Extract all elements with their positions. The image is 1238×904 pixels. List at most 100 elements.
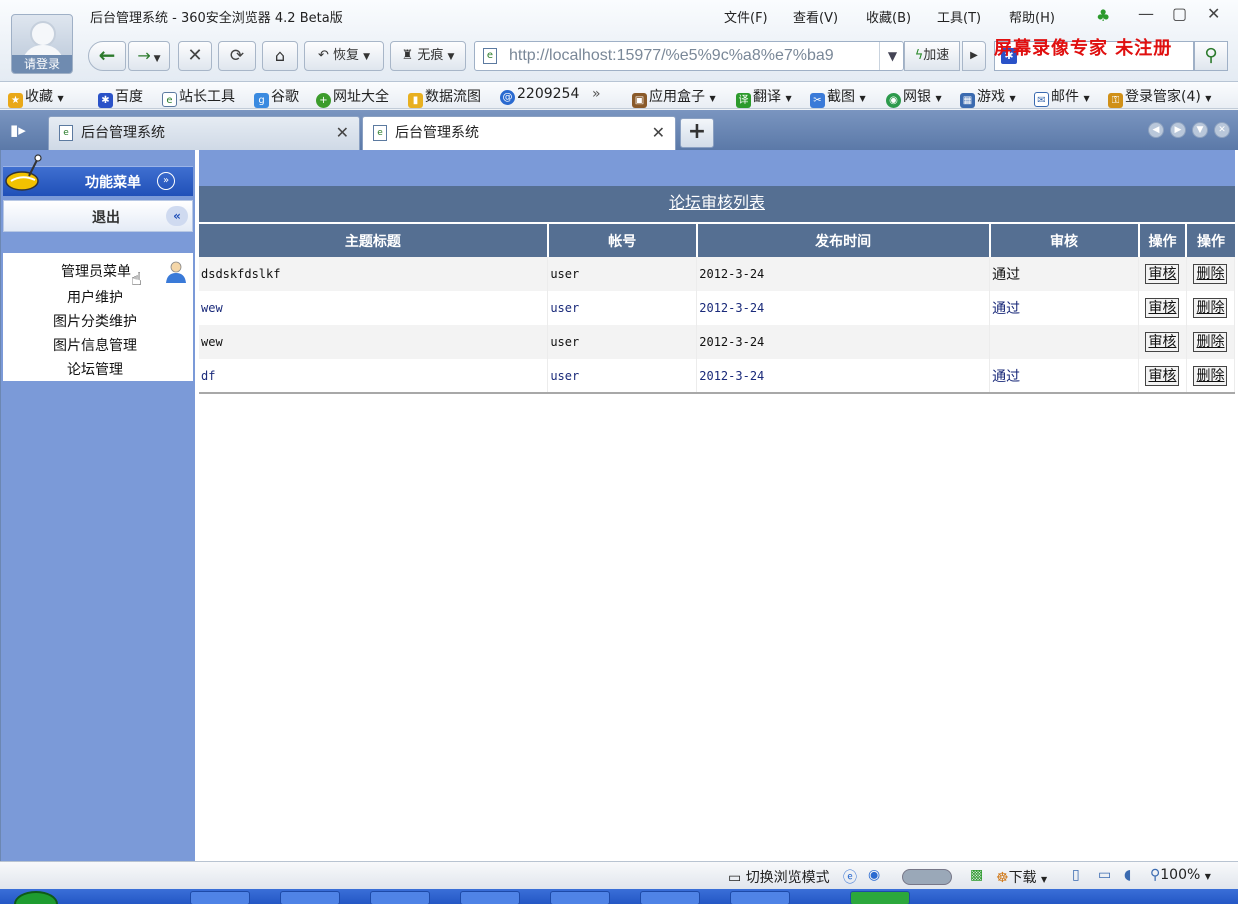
taskbar-item[interactable] [640, 891, 700, 904]
function-menu-title: 功能菜单 [85, 175, 141, 191]
tab-scroll-right-icon[interactable]: ▶ [1170, 122, 1186, 138]
taskbar-item[interactable] [850, 891, 910, 904]
fav-url-directory[interactable]: + 网址大全 [316, 86, 389, 108]
sidebar-item-user-maintenance[interactable]: 用户维护 [67, 287, 123, 307]
menu-tools[interactable]: 工具(T) [937, 7, 981, 26]
taskbar-item[interactable] [280, 891, 340, 904]
menu-help[interactable]: 帮助(H) [1009, 7, 1055, 26]
fav-screenshot[interactable]: ✂ 截图 ▼ [810, 86, 866, 108]
chrome-mode-icon[interactable]: ◉ [868, 867, 880, 883]
review-button[interactable]: 审核 [1145, 365, 1180, 386]
tab-list-icon[interactable]: ▼ [1192, 122, 1208, 138]
refresh-button[interactable]: ⟳ [218, 41, 256, 71]
incognito-icon: ♜ [401, 48, 414, 63]
key-icon: ⚿ [1108, 93, 1123, 108]
gamepad-icon: ▦ [960, 93, 975, 108]
taskbar-item[interactable] [460, 891, 520, 904]
menu-favorites[interactable]: 收藏(B) [866, 7, 911, 26]
delete-button[interactable]: 删除 [1193, 332, 1228, 352]
notes-icon[interactable]: ▯ [1072, 867, 1080, 883]
home-button[interactable]: ⌂ [262, 41, 298, 71]
speed-up-button[interactable]: ϟ加速 [904, 41, 960, 71]
minimize-button[interactable]: — [1138, 4, 1154, 23]
cell-date: 2012-3-24 [696, 359, 991, 393]
collapse-sidebar-icon[interactable]: « [166, 206, 188, 226]
sidebar-item-image-category[interactable]: 图片分类维护 [53, 311, 137, 331]
logout-button[interactable]: 退出 « [3, 200, 193, 232]
col-account: 帐号 [547, 224, 698, 257]
delete-button[interactable]: 删除 [1193, 298, 1228, 318]
delete-button[interactable]: 删除 [1193, 264, 1228, 284]
skin-shirt-icon[interactable]: ♣ [1096, 6, 1110, 25]
start-button[interactable] [14, 891, 58, 904]
stop-button[interactable]: ✕ [178, 41, 212, 71]
taskbar-item[interactable] [730, 891, 790, 904]
tab-admin-system-2[interactable]: e 后台管理系统 ✕ [362, 116, 676, 150]
os-taskbar [0, 889, 1238, 904]
download-button[interactable]: ☸下载 ▼ [996, 867, 1047, 887]
review-button[interactable]: 审核 [1145, 298, 1180, 318]
tab-scroll-left-icon[interactable]: ◀ [1148, 122, 1164, 138]
back-button[interactable]: ← [88, 41, 126, 71]
menu-view[interactable]: 查看(V) [793, 7, 838, 26]
fav-mail[interactable]: ✉ 邮件 ▼ [1034, 86, 1090, 107]
taskbar-item[interactable] [550, 891, 610, 904]
close-all-tabs-icon[interactable]: ✕ [1214, 122, 1230, 138]
switch-browse-mode-button[interactable]: ▭ 切换浏览模式 [728, 867, 830, 887]
cell-status [989, 325, 1139, 359]
search-button[interactable]: ⚲ [1194, 41, 1228, 71]
taskbar-item[interactable] [190, 891, 250, 904]
taskbar-item[interactable] [370, 891, 430, 904]
fav-google[interactable]: g 谷歌 [254, 86, 299, 108]
fav-ebank[interactable]: ◉ 网银 ▼ [886, 86, 942, 108]
close-window-button[interactable]: ✕ [1207, 4, 1220, 23]
close-tab-icon[interactable]: ✕ [336, 117, 349, 149]
chevron-down-icon: ▼ [1041, 875, 1048, 884]
sidebar-item-image-info[interactable]: 图片信息管理 [53, 335, 137, 355]
fav-favorites[interactable]: ★ 收藏 ▼ [8, 86, 64, 108]
fav-dataflow[interactable]: ▮ 数据流图 [408, 86, 481, 108]
sidebar-item-forum-management[interactable]: 论坛管理 [67, 359, 123, 379]
col-action-2: 操作 [1186, 224, 1235, 257]
review-button[interactable]: 审核 [1145, 264, 1180, 284]
admin-menu-group[interactable]: 管理员菜单 [61, 261, 131, 281]
ie-mode-icon[interactable]: ⓔ [843, 867, 857, 887]
globe-icon: @ [500, 90, 515, 105]
tab-admin-system-1[interactable]: e 后台管理系统 ✕ [48, 116, 360, 150]
fav-login-manager[interactable]: ⚿ 登录管家(4) ▼ [1108, 86, 1211, 108]
clean-icon[interactable]: ▩ [970, 867, 983, 883]
incognito-button[interactable]: ♜ 无痕 ▼ [390, 41, 466, 71]
go-button[interactable]: ▶ [962, 41, 986, 71]
address-url[interactable]: http://localhost:15977/%e5%9c%a8%e7%ba9 [509, 47, 849, 65]
fav-games[interactable]: ▦ 游戏 ▼ [960, 86, 1016, 108]
speaker-icon[interactable]: ◖ [1124, 867, 1131, 883]
fav-more-chevron[interactable]: » [592, 86, 601, 102]
forum-review-list-link[interactable]: 论坛审核列表 [669, 193, 765, 212]
restore-button[interactable]: ↶ 恢复 ▼ [304, 41, 384, 71]
monitor-icon[interactable]: ▭ [1098, 867, 1111, 883]
delete-button[interactable]: 删除 [1193, 365, 1228, 386]
forward-button[interactable]: → ▼ [128, 41, 170, 71]
new-tab-button[interactable]: + [680, 118, 714, 148]
fav-translate[interactable]: 译翻译 ▼ [736, 86, 792, 108]
review-button[interactable]: 审核 [1145, 332, 1180, 352]
plus-icon: + [687, 119, 707, 144]
chevron-down-icon: ▼ [1204, 872, 1211, 881]
fav-baidu[interactable]: ✱ 百度 [98, 86, 143, 108]
zoom-control[interactable]: ⚲100% ▼ [1150, 867, 1211, 883]
address-dropdown-icon[interactable]: ▼ [879, 42, 905, 70]
sidebar-toggle-icon[interactable]: ▮▸ [10, 121, 26, 139]
fav-2209254[interactable]: @2209254 [500, 86, 579, 105]
traffic-light-toggle[interactable] [902, 869, 952, 885]
chevron-down-icon: ▼ [363, 52, 371, 62]
fav-app-box[interactable]: ▣ 应用盒子 ▼ [632, 86, 716, 108]
fav-webmaster-tools[interactable]: e 站长工具 [162, 86, 235, 107]
login-avatar[interactable]: 请登录 [11, 14, 73, 74]
menu-file[interactable]: 文件(F) [724, 7, 768, 26]
close-tab-icon[interactable]: ✕ [652, 117, 665, 149]
window-title: 后台管理系统 - 360安全浏览器 4.2 Beta版 [90, 11, 343, 26]
maximize-button[interactable]: ▢ [1172, 4, 1187, 23]
double-chevron-down-icon[interactable]: » [157, 172, 175, 190]
download-label: 下载 [1008, 870, 1037, 886]
address-bar[interactable]: e http://localhost:15977/%e5%9c%a8%e7%ba… [474, 41, 904, 71]
